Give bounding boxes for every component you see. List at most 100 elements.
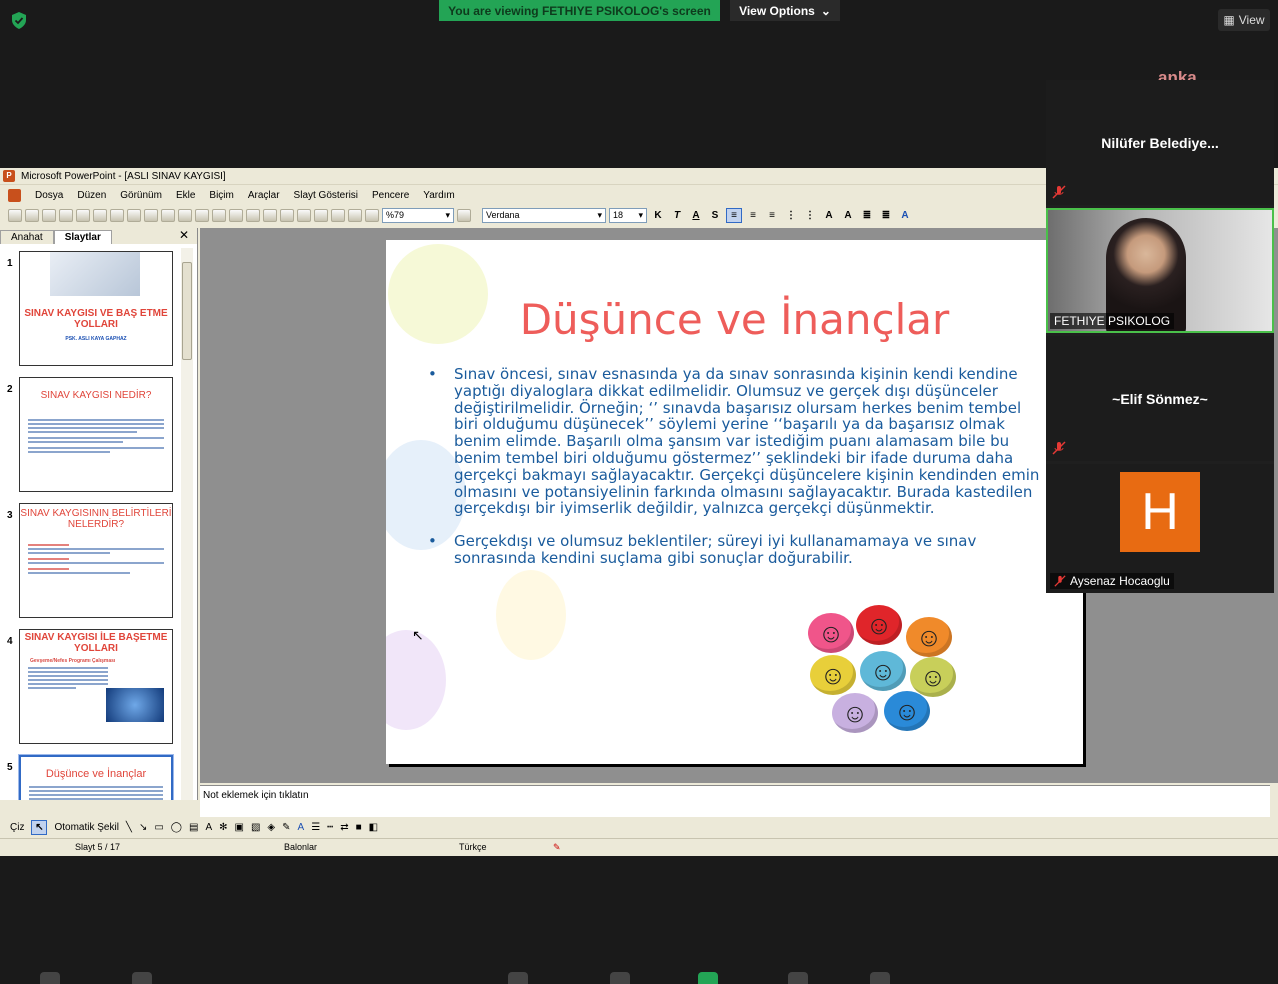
align-left-icon[interactable]: ≡: [726, 207, 742, 223]
numbering-icon[interactable]: ⋮: [783, 208, 799, 223]
participant-tile[interactable]: H Aysenaz Hocaoglu: [1046, 464, 1274, 593]
dash-style-icon[interactable]: ┅: [327, 822, 333, 833]
font-size-select[interactable]: 18 ▾: [609, 207, 647, 223]
participant-tile[interactable]: ~Elif Sönmez~: [1046, 336, 1274, 461]
shadow-icon[interactable]: ■: [356, 822, 362, 833]
document-icon[interactable]: [8, 188, 21, 202]
show-grid-icon[interactable]: [348, 208, 362, 222]
font-color-icon[interactable]: A: [897, 208, 913, 223]
slide-thumbnail-3[interactable]: SINAV KAYGISININ BELİRTİLERİ NELERDİR?: [19, 503, 173, 618]
security-shield-icon[interactable]: [11, 12, 27, 29]
video-icon[interactable]: [132, 972, 152, 984]
wordart-icon[interactable]: A: [205, 822, 212, 833]
3d-icon[interactable]: ◧: [369, 822, 378, 833]
arrow-style-icon[interactable]: ⇄: [340, 822, 348, 833]
shadow-button[interactable]: S: [707, 208, 723, 223]
participants-icon[interactable]: [508, 972, 528, 984]
rectangle-icon[interactable]: ▭: [154, 822, 163, 833]
menu-item-slayt-gosterisi[interactable]: Slayt Gösterisi: [294, 190, 358, 201]
draw-menu[interactable]: Çiz: [10, 822, 24, 833]
view-options-button[interactable]: View Options ⌄: [730, 0, 840, 21]
email-icon[interactable]: [76, 208, 90, 222]
smiley-faces-image[interactable]: ☺ ☺ ☺ ☺ ☺ ☺ ☺ ☺: [806, 605, 966, 735]
view-button[interactable]: ▦ View: [1218, 9, 1270, 31]
mute-icon[interactable]: [40, 972, 60, 984]
select-arrow-icon[interactable]: ↖: [31, 819, 48, 835]
menu-item-dosya[interactable]: Dosya: [35, 190, 63, 201]
menu-item-yardim[interactable]: Yardım: [423, 190, 455, 201]
menu-item-gorunum[interactable]: Görünüm: [120, 190, 162, 201]
expand-all-icon[interactable]: [331, 208, 345, 222]
color-grayscale-icon[interactable]: [365, 208, 379, 222]
close-icon[interactable]: ✕: [179, 228, 189, 242]
menu-item-bicim[interactable]: Biçim: [209, 190, 233, 201]
tab-slaytlar[interactable]: Slaytlar: [53, 230, 112, 244]
slide-body-text[interactable]: Sınav öncesi, sınav esnasında ya da sına…: [426, 366, 1042, 583]
participant-video-tile[interactable]: FETHIYE PSIKOLOG: [1046, 208, 1274, 333]
slide-thumbnail-2[interactable]: SINAV KAYGISI NEDİR?: [19, 377, 173, 492]
insert-chart-icon[interactable]: [263, 208, 277, 222]
scrollbar-thumb[interactable]: [182, 262, 192, 360]
menu-item-duzen[interactable]: Düzen: [77, 190, 106, 201]
share-screen-icon[interactable]: [698, 972, 718, 984]
undo-icon[interactable]: [229, 208, 243, 222]
slide-title[interactable]: Düşünce ve İnançlar: [386, 295, 1083, 344]
bold-button[interactable]: K: [650, 208, 666, 223]
print-preview-icon[interactable]: [110, 208, 124, 222]
increase-font-icon[interactable]: A: [821, 208, 837, 223]
align-right-icon[interactable]: ≡: [764, 208, 780, 223]
decrease-indent-icon[interactable]: ≣: [859, 208, 875, 223]
line-style-icon[interactable]: ☰: [311, 822, 320, 833]
fill-color-icon[interactable]: ◈: [267, 822, 275, 833]
autoshape-menu[interactable]: Otomatik Şekil: [54, 822, 118, 833]
underline-button[interactable]: A: [688, 208, 704, 223]
line-color-icon[interactable]: ✎: [282, 822, 290, 833]
font-color-icon[interactable]: A: [298, 822, 305, 833]
new-slide-icon[interactable]: [314, 208, 328, 222]
slide-thumbnail-1[interactable]: SINAV KAYGISI VE BAŞ ETME YOLLARI PSK. A…: [19, 251, 173, 366]
research-icon[interactable]: [144, 208, 158, 222]
slide-thumbnail-4[interactable]: SINAV KAYGISI İLE BAŞETME YOLLARI Gevşem…: [19, 629, 173, 744]
align-center-icon[interactable]: ≡: [745, 208, 761, 223]
increase-indent-icon[interactable]: ≣: [878, 208, 894, 223]
decrease-font-icon[interactable]: A: [840, 208, 856, 223]
reactions-icon[interactable]: [870, 972, 890, 984]
participant-tile[interactable]: Nilüfer Belediye...: [1046, 80, 1274, 205]
copy-icon[interactable]: [178, 208, 192, 222]
new-icon[interactable]: [8, 208, 22, 222]
paste-icon[interactable]: [195, 208, 209, 222]
italic-button[interactable]: T: [669, 208, 685, 223]
insert-table-icon[interactable]: [280, 208, 294, 222]
zoom-select[interactable]: %79 ▾: [382, 207, 454, 223]
open-icon[interactable]: [25, 208, 39, 222]
cut-icon[interactable]: [161, 208, 175, 222]
format-painter-icon[interactable]: [212, 208, 226, 222]
arrow-icon[interactable]: ↘: [139, 822, 147, 833]
print-icon[interactable]: [93, 208, 107, 222]
diagram-icon[interactable]: ✻: [219, 822, 227, 833]
textbox-icon[interactable]: ▤: [189, 822, 198, 833]
oval-icon[interactable]: ◯: [171, 822, 182, 833]
chat-icon[interactable]: [610, 972, 630, 984]
save-icon[interactable]: [42, 208, 56, 222]
bullets-icon[interactable]: ⋮: [802, 208, 818, 223]
slide-canvas[interactable]: Düşünce ve İnançlar Sınav öncesi, sınav …: [386, 240, 1083, 764]
help-icon[interactable]: [457, 208, 471, 222]
spelling-icon[interactable]: [127, 208, 141, 222]
picture-icon[interactable]: ▧: [251, 822, 260, 833]
menu-item-araclar[interactable]: Araçlar: [248, 190, 280, 201]
redo-icon[interactable]: [246, 208, 260, 222]
notes-placeholder: Not eklemek için tıklatın: [203, 790, 309, 801]
font-name-select[interactable]: Verdana ▾: [482, 207, 606, 223]
tab-anahat[interactable]: Anahat: [0, 230, 54, 244]
menu-item-pencere[interactable]: Pencere: [372, 190, 409, 201]
thumbnail-scrollbar[interactable]: [181, 248, 193, 800]
record-icon[interactable]: [788, 972, 808, 984]
menu-item-ekle[interactable]: Ekle: [176, 190, 195, 201]
tables-borders-icon[interactable]: [297, 208, 311, 222]
notes-pane[interactable]: Not eklemek için tıklatın: [200, 785, 1270, 817]
line-icon[interactable]: ╲: [126, 822, 132, 833]
clipart-icon[interactable]: ▣: [235, 822, 244, 833]
slide-thumbnail-5[interactable]: Düşünce ve İnançlar: [18, 754, 174, 800]
permission-icon[interactable]: [59, 208, 73, 222]
